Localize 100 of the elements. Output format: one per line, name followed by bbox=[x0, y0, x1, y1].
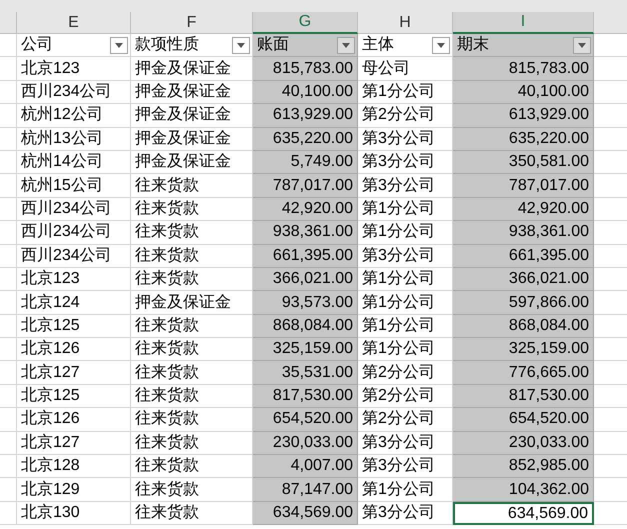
table-cell: 押金及保证金 bbox=[131, 128, 253, 151]
table-cell: 787,017.00 bbox=[253, 174, 358, 198]
table-cell: 押金及保证金 bbox=[131, 57, 253, 81]
caret-icon bbox=[115, 42, 123, 48]
column-header[interactable]: I bbox=[453, 12, 594, 34]
table-cell: 北京125 bbox=[17, 384, 131, 408]
table-cell: 4,007.00 bbox=[253, 455, 358, 478]
table-cell: 西川234公司 bbox=[17, 80, 131, 104]
table-cell: 往来货款 bbox=[131, 314, 253, 338]
table-cell: 押金及保证金 bbox=[131, 150, 253, 174]
table-cell: 230,033.00 bbox=[453, 432, 594, 456]
table-cell: 613,929.00 bbox=[253, 104, 358, 128]
table-cell: 北京123 bbox=[17, 57, 131, 81]
table-cell: 第1分公司 bbox=[358, 80, 453, 104]
table-cell: 817,530.00 bbox=[453, 384, 594, 408]
table-cell: 第2分公司 bbox=[358, 408, 453, 432]
table-cell: 杭州12公司 bbox=[17, 104, 131, 128]
table-cell: 押金及保证金 bbox=[131, 104, 253, 128]
table-cell: 366,021.00 bbox=[453, 268, 594, 292]
table-cell: 第1分公司 bbox=[358, 338, 453, 362]
table-cell: 母公司 bbox=[358, 57, 453, 81]
table-cell: 往来货款 bbox=[131, 244, 253, 268]
table-cell: 往来货款 bbox=[131, 338, 253, 362]
filter-button[interactable] bbox=[110, 36, 128, 54]
column-header[interactable]: G bbox=[253, 12, 358, 34]
table-cell: 押金及保证金 bbox=[131, 291, 253, 315]
table-cell: 北京127 bbox=[17, 361, 131, 385]
table-cell: 654,520.00 bbox=[253, 408, 358, 432]
table-cell: 第3分公司 bbox=[358, 455, 453, 478]
caret-icon bbox=[237, 42, 245, 48]
table-cell: 634,569.00 bbox=[253, 502, 358, 526]
table-cell: 往来货款 bbox=[131, 361, 253, 385]
table-cell: 230,033.00 bbox=[253, 432, 358, 456]
table-cell: 第3分公司 bbox=[358, 128, 453, 151]
table-cell: 852,985.00 bbox=[453, 455, 594, 478]
table-cell: 往来货款 bbox=[131, 478, 253, 502]
table-cell: 815,783.00 bbox=[453, 57, 594, 81]
table-cell: 第3分公司 bbox=[358, 502, 453, 526]
caret-icon bbox=[342, 42, 350, 48]
table-cell: 87,147.00 bbox=[253, 478, 358, 502]
table-cell: 40,100.00 bbox=[253, 80, 358, 104]
table-cell: 938,361.00 bbox=[453, 221, 594, 245]
table-cell: 北京128 bbox=[17, 455, 131, 478]
table-cell: 第3分公司 bbox=[358, 432, 453, 456]
table-cell: 西川234公司 bbox=[17, 198, 131, 222]
header-cell-text: 公司 bbox=[21, 35, 53, 56]
header-cell-text: 款项性质 bbox=[135, 34, 199, 56]
filter-button[interactable] bbox=[573, 36, 591, 54]
column-header[interactable]: F bbox=[131, 12, 253, 34]
table-cell: 第3分公司 bbox=[358, 150, 453, 174]
table-cell: 40,100.00 bbox=[453, 80, 594, 104]
table-cell: 613,929.00 bbox=[453, 104, 594, 128]
table-cell: 325,159.00 bbox=[253, 338, 358, 362]
table-cell: 西川234公司 bbox=[17, 244, 131, 268]
table-cell: 押金及保证金 bbox=[131, 80, 253, 104]
table-cell: 第3分公司 bbox=[358, 174, 453, 198]
table-cell: 817,530.00 bbox=[253, 384, 358, 408]
table-cell: 北京126 bbox=[17, 408, 131, 432]
table-cell: 635,220.00 bbox=[453, 128, 594, 151]
header-cell-text: 期末 bbox=[457, 34, 489, 56]
table-cell: 往来货款 bbox=[131, 198, 253, 222]
table-cell: 北京123 bbox=[17, 268, 131, 292]
table-cell: 815,783.00 bbox=[253, 57, 358, 81]
table-cell: 往来货款 bbox=[131, 384, 253, 408]
table-cell: 366,021.00 bbox=[253, 268, 358, 292]
table-cell: 北京130 bbox=[17, 502, 131, 526]
table-cell: 第1分公司 bbox=[358, 478, 453, 502]
table-cell: 634,569.00 bbox=[453, 502, 594, 526]
table-cell: 597,866.00 bbox=[453, 291, 594, 315]
table-cell: 西川234公司 bbox=[17, 221, 131, 245]
caret-icon bbox=[437, 42, 445, 48]
table-cell: 往来货款 bbox=[131, 268, 253, 292]
table-cell: 往来货款 bbox=[131, 221, 253, 245]
caret-icon bbox=[578, 42, 586, 48]
table-cell: 104,362.00 bbox=[453, 478, 594, 502]
table-cell: 北京124 bbox=[17, 291, 131, 315]
table-cell: 661,395.00 bbox=[453, 244, 594, 268]
filter-button[interactable] bbox=[337, 36, 355, 54]
table-cell: 北京126 bbox=[17, 338, 131, 362]
table-cell: 325,159.00 bbox=[453, 338, 594, 362]
table-cell: 第3分公司 bbox=[358, 244, 453, 268]
table-cell: 往来货款 bbox=[131, 432, 253, 456]
column-header[interactable]: E bbox=[17, 12, 131, 34]
table-cell: 第1分公司 bbox=[358, 268, 453, 292]
header-cell-text: 主体 bbox=[362, 34, 394, 56]
table-cell: 第2分公司 bbox=[358, 384, 453, 408]
filter-button[interactable] bbox=[232, 36, 250, 54]
table-cell: 往来货款 bbox=[131, 174, 253, 198]
table-cell: 往来货款 bbox=[131, 502, 253, 526]
column-header[interactable]: H bbox=[358, 12, 453, 34]
table-cell: 北京125 bbox=[17, 314, 131, 338]
table-cell: 868,084.00 bbox=[253, 314, 358, 338]
table-cell: 42,920.00 bbox=[253, 198, 358, 222]
table-cell: 第2分公司 bbox=[358, 361, 453, 385]
table-cell: 第1分公司 bbox=[358, 314, 453, 338]
header-cell-text: 账面 bbox=[257, 35, 289, 56]
table-cell: 93,573.00 bbox=[253, 291, 358, 315]
table-cell: 5,749.00 bbox=[253, 150, 358, 174]
filter-button[interactable] bbox=[432, 36, 450, 54]
table-cell: 第1分公司 bbox=[358, 291, 453, 315]
